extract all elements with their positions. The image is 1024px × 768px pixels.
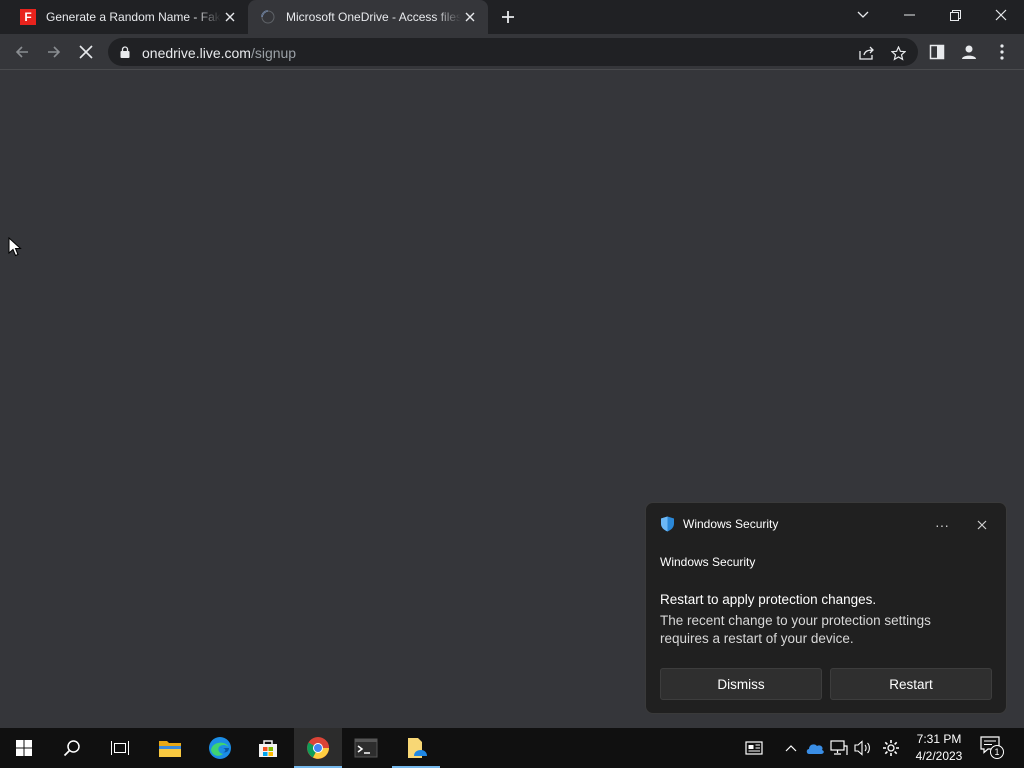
tab-close-icon[interactable] <box>222 9 238 25</box>
tab-onedrive[interactable]: Microsoft OneDrive - Access files anywhe… <box>248 0 488 34</box>
share-icon[interactable] <box>858 44 876 62</box>
toast-body: The recent change to your protection set… <box>660 613 931 646</box>
tab-title: Microsoft OneDrive - Access files anywhe… <box>286 10 461 24</box>
profile-avatar-icon[interactable] <box>957 40 981 64</box>
chrome-icon[interactable] <box>294 728 342 768</box>
network-icon[interactable] <box>828 728 850 768</box>
file-explorer-icon[interactable] <box>146 728 194 768</box>
task-view-icon[interactable] <box>96 728 144 768</box>
tab-close-icon[interactable] <box>462 9 478 25</box>
store-icon[interactable] <box>244 728 292 768</box>
side-panel-icon[interactable] <box>925 40 949 64</box>
dismiss-button[interactable]: Dismiss <box>660 668 822 700</box>
toast-app-header: Windows Security <box>660 516 778 532</box>
forward-arrow-icon[interactable] <box>42 40 66 64</box>
bookmark-star-icon[interactable] <box>889 44 907 62</box>
chevron-up-icon[interactable] <box>780 728 802 768</box>
close-window-icon[interactable] <box>978 0 1024 30</box>
close-icon[interactable] <box>972 515 992 535</box>
mouse-cursor-icon <box>8 237 22 257</box>
toast-heading: Restart to apply protection changes. <box>660 592 877 607</box>
gear-icon[interactable] <box>879 728 903 768</box>
clock-date: 4/2/2023 <box>915 749 963 763</box>
terminal-icon[interactable] <box>342 728 390 768</box>
url-path: /signup <box>250 45 297 61</box>
kebab-menu-icon[interactable] <box>990 40 1014 64</box>
minimize-icon[interactable] <box>886 0 932 30</box>
stop-loading-icon[interactable] <box>74 40 98 64</box>
edge-icon[interactable] <box>196 728 244 768</box>
tab-search-chevron-down-icon[interactable] <box>840 0 886 30</box>
fakename-favicon-icon: F <box>20 9 36 25</box>
toast-app-name: Windows Security <box>683 517 779 531</box>
restart-button[interactable]: Restart <box>830 668 992 700</box>
clock-time: 7:31 PM <box>916 732 962 746</box>
notification-count-badge: 1 <box>990 745 1004 759</box>
url-host: onedrive.live.com <box>142 45 251 61</box>
browser-toolbar: onedrive.live.com/signup <box>0 34 1024 70</box>
tab-fake-name-generator[interactable]: F Generate a Random Name - Fake Name Gen… <box>8 0 248 34</box>
search-icon[interactable] <box>48 728 96 768</box>
onedrive-cloud-icon[interactable] <box>804 728 826 768</box>
volume-icon[interactable] <box>852 728 874 768</box>
lock-icon <box>120 46 130 58</box>
new-tab-icon[interactable] <box>498 7 518 27</box>
windows-security-notification[interactable]: Windows Security ··· Windows Security Re… <box>645 502 1007 714</box>
start-icon[interactable] <box>0 728 48 768</box>
address-bar[interactable]: onedrive.live.com/signup <box>108 38 918 66</box>
shield-icon <box>661 516 674 532</box>
address-url: onedrive.live.com/signup <box>142 45 296 61</box>
restore-icon[interactable] <box>932 0 978 30</box>
news-widget-icon[interactable] <box>742 728 766 768</box>
tab-title: Generate a Random Name - Fake Name Gener… <box>46 10 221 24</box>
taskbar: 7:31 PM 4/2/2023 1 <box>0 728 1024 768</box>
toast-subtitle: Windows Security <box>660 555 756 569</box>
notepad-icon[interactable] <box>392 728 440 768</box>
loading-spinner-icon <box>261 10 275 24</box>
tab-strip: F Generate a Random Name - Fake Name Gen… <box>0 0 1024 34</box>
back-arrow-icon[interactable] <box>10 40 34 64</box>
more-options-icon[interactable]: ··· <box>932 515 952 535</box>
notification-center-icon[interactable]: 1 <box>980 736 1006 760</box>
clock[interactable]: 7:31 PM 4/2/2023 <box>908 731 970 765</box>
